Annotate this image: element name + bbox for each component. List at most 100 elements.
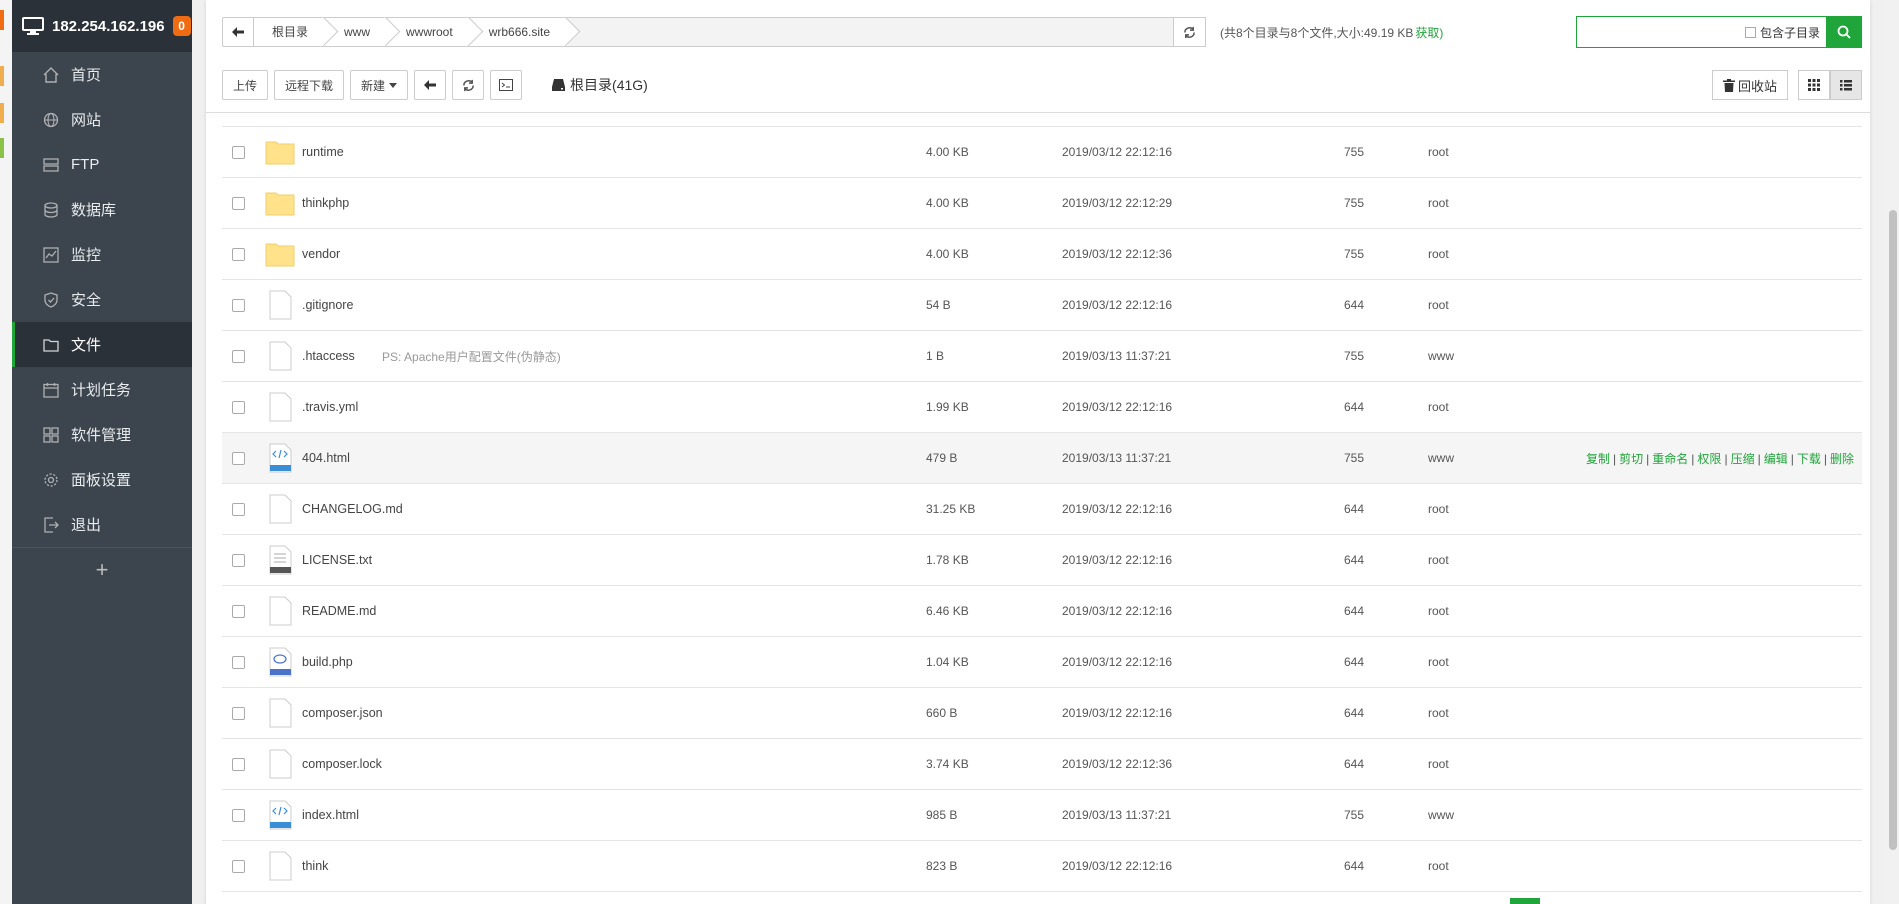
row-checkbox[interactable] <box>232 400 245 414</box>
table-row[interactable]: README.md 6.46 KB 2019/03/12 22:12:16 644 ro… <box>222 586 1862 637</box>
pagination-current[interactable] <box>1510 898 1540 904</box>
sidebar-item[interactable]: 数据库 <box>12 187 192 232</box>
file-name[interactable]: 404.html <box>302 451 350 465</box>
row-checkbox[interactable] <box>232 145 245 159</box>
file-permission[interactable]: 644 <box>1344 400 1364 414</box>
table-row[interactable]: 404.html 479 B 2019/03/13 11:37:21 755 www 复制… <box>222 433 1862 484</box>
server-header[interactable]: 182.254.162.196 0 <box>12 0 192 52</box>
row-action-link[interactable]: 权限 <box>1697 452 1721 466</box>
upload-button[interactable]: 上传 <box>222 70 269 100</box>
file-permission[interactable]: 644 <box>1344 706 1364 720</box>
row-checkbox[interactable] <box>232 298 245 312</box>
breadcrumb-item[interactable]: wwwroot <box>388 18 471 46</box>
back-button[interactable] <box>414 70 447 100</box>
sidebar-item[interactable]: FTP <box>12 142 192 187</box>
scrollbar-thumb[interactable] <box>1889 210 1897 850</box>
sidebar-item[interactable]: 计划任务 <box>12 367 192 412</box>
file-permission[interactable]: 644 <box>1344 604 1364 618</box>
row-action-link[interactable]: 下载 <box>1797 452 1821 466</box>
sidebar-item[interactable]: 首页 <box>12 52 192 97</box>
row-checkbox[interactable] <box>232 502 245 516</box>
terminal-button[interactable] <box>490 70 523 100</box>
table-row[interactable]: LICENSE.txt 1.78 KB 2019/03/12 22:12:16 644… <box>222 535 1862 586</box>
table-row[interactable]: .travis.yml 1.99 KB 2019/03/12 22:12:16 644… <box>222 382 1862 433</box>
sidebar-item[interactable]: 网站 <box>12 97 192 142</box>
file-permission[interactable]: 755 <box>1344 196 1364 210</box>
file-name[interactable]: index.html <box>302 808 359 822</box>
include-subdir-checkbox[interactable] <box>1744 26 1756 38</box>
table-row[interactable]: composer.json 660 B 2019/03/12 22:12:16 644… <box>222 688 1862 739</box>
sidebar-item[interactable]: 软件管理 <box>12 412 192 457</box>
row-checkbox[interactable] <box>232 808 245 822</box>
file-name[interactable]: composer.json <box>302 706 383 720</box>
file-permission[interactable]: 644 <box>1344 655 1364 669</box>
table-row[interactable]: thinkphp 4.00 KB 2019/03/12 22:12:29 755 roo… <box>222 178 1862 229</box>
row-action-link[interactable]: 压缩 <box>1731 452 1755 466</box>
row-checkbox[interactable] <box>232 604 245 618</box>
table-row[interactable]: CHANGELOG.md 31.25 KB 2019/03/12 22:12:16 6… <box>222 484 1862 535</box>
file-permission[interactable]: 644 <box>1344 859 1364 873</box>
search-input[interactable]: 包含子目录 <box>1576 16 1826 48</box>
path-back-button[interactable] <box>222 17 254 47</box>
file-name[interactable]: build.php <box>302 655 353 669</box>
refresh-button[interactable] <box>452 70 485 100</box>
row-checkbox[interactable] <box>232 553 245 567</box>
file-name[interactable]: .gitignore <box>302 298 353 312</box>
file-name[interactable]: README.md <box>302 604 376 618</box>
file-name[interactable]: LICENSE.txt <box>302 553 372 567</box>
file-name[interactable]: runtime <box>302 145 344 159</box>
file-name[interactable]: thinkphp <box>302 196 349 210</box>
add-menu-button[interactable]: + <box>12 547 192 592</box>
new-dropdown-button[interactable]: 新建 <box>350 70 409 100</box>
path-refresh-button[interactable] <box>1174 17 1206 47</box>
breadcrumb-item[interactable]: 根目录 <box>254 18 327 46</box>
table-row[interactable]: .gitignore 54 B 2019/03/12 22:12:16 644 root <box>222 280 1862 331</box>
row-checkbox[interactable] <box>232 196 245 210</box>
file-permission[interactable]: 644 <box>1344 757 1364 771</box>
sidebar-item[interactable]: 监控 <box>12 232 192 277</box>
table-row[interactable]: index.html 985 B 2019/03/13 11:37:21 755 www <box>222 790 1862 841</box>
file-name[interactable]: .htaccess <box>302 349 355 363</box>
table-row[interactable]: runtime 4.00 KB 2019/03/12 22:12:16 755 root <box>222 127 1862 178</box>
sidebar-item[interactable]: 面板设置 <box>12 457 192 502</box>
row-action-link[interactable]: 编辑 <box>1764 452 1788 466</box>
table-row[interactable]: .htaccess PS: Apache用户配置文件(伪静态) 1 B 2019/03… <box>222 331 1862 382</box>
row-checkbox[interactable] <box>232 451 245 465</box>
file-permission[interactable]: 644 <box>1344 502 1364 516</box>
file-name[interactable]: CHANGELOG.md <box>302 502 403 516</box>
page-scrollbar[interactable] <box>1886 0 1899 904</box>
file-permission[interactable]: 644 <box>1344 298 1364 312</box>
row-checkbox[interactable] <box>232 757 245 771</box>
notification-badge[interactable]: 0 <box>172 16 191 36</box>
grid-view-button[interactable] <box>1798 70 1830 100</box>
table-row[interactable]: think 823 B 2019/03/12 22:12:16 644 root <box>222 841 1862 892</box>
table-row[interactable]: build.php 1.04 KB 2019/03/12 22:12:16 644 ro… <box>222 637 1862 688</box>
disk-selector[interactable]: 根目录(41G) <box>552 75 648 95</box>
search-button[interactable] <box>1826 16 1862 48</box>
breadcrumb-item[interactable]: wrb666.site <box>470 18 569 46</box>
breadcrumb-input-area[interactable] <box>568 18 1173 46</box>
row-checkbox[interactable] <box>232 655 245 669</box>
table-row[interactable]: vendor 4.00 KB 2019/03/12 22:12:36 755 root <box>222 229 1862 280</box>
list-view-button[interactable] <box>1830 70 1862 100</box>
file-permission[interactable]: 755 <box>1344 349 1364 363</box>
file-name[interactable]: think <box>302 859 328 873</box>
row-checkbox[interactable] <box>232 706 245 720</box>
file-permission[interactable]: 755 <box>1344 808 1364 822</box>
file-name[interactable]: .travis.yml <box>302 400 358 414</box>
file-permission[interactable]: 755 <box>1344 247 1364 261</box>
row-action-link[interactable]: 重命名 <box>1652 452 1688 466</box>
row-action-link[interactable]: 剪切 <box>1619 452 1643 466</box>
row-action-link[interactable]: 复制 <box>1586 452 1610 466</box>
file-permission[interactable]: 644 <box>1344 553 1364 567</box>
row-checkbox[interactable] <box>232 247 245 261</box>
get-size-link[interactable]: 获取) <box>1415 26 1443 40</box>
sidebar-item[interactable]: 安全 <box>12 277 192 322</box>
sidebar-item[interactable]: 退出 <box>12 502 192 547</box>
recycle-bin-button[interactable]: 回收站 <box>1711 70 1788 100</box>
row-action-link[interactable]: 删除 <box>1830 452 1854 466</box>
table-row[interactable]: composer.lock 3.74 KB 2019/03/12 22:12:36 6… <box>222 739 1862 790</box>
file-name[interactable]: vendor <box>302 247 340 261</box>
file-permission[interactable]: 755 <box>1344 145 1364 159</box>
row-checkbox[interactable] <box>232 349 245 363</box>
